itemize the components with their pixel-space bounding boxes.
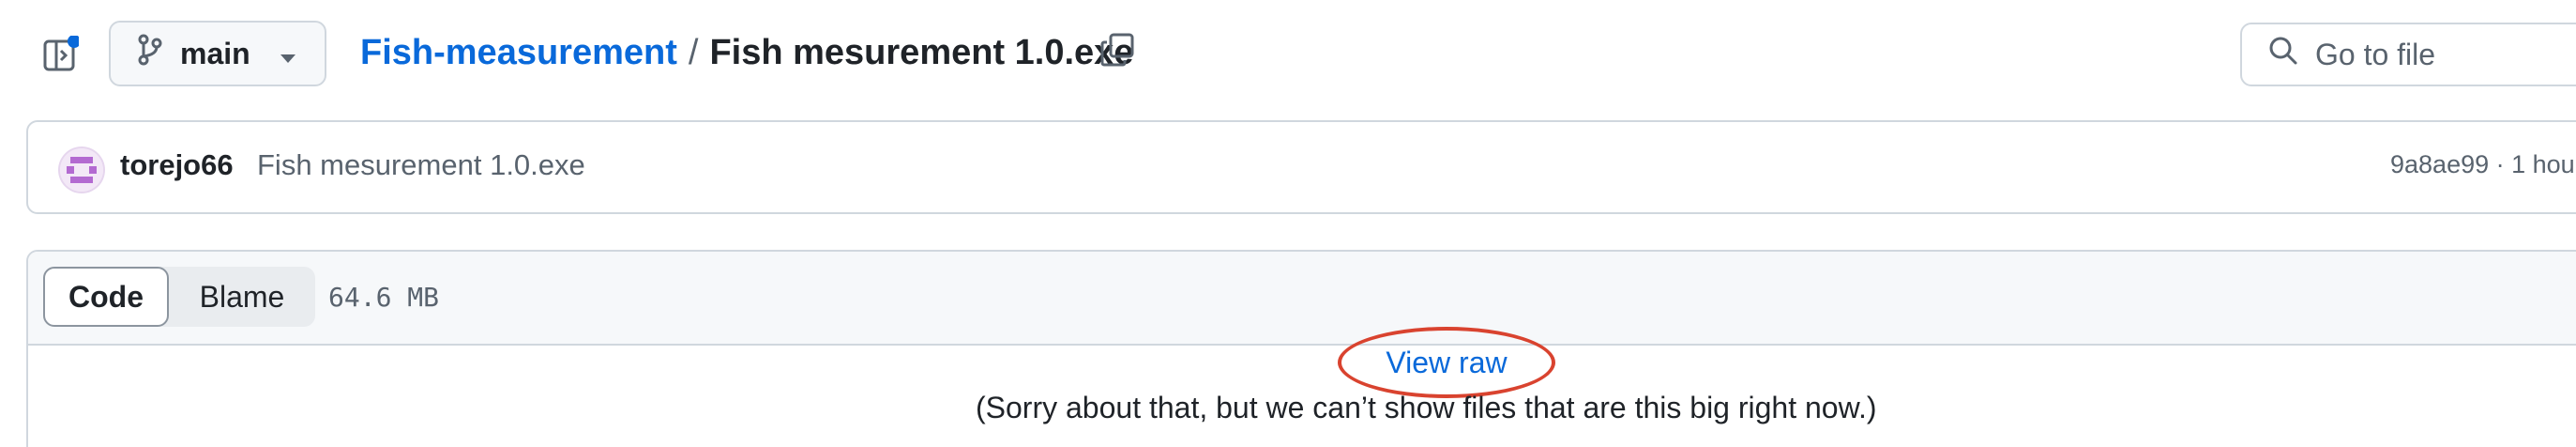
notification-dot [68, 36, 79, 48]
branch-name: main [180, 36, 250, 70]
sidebar-expand-icon[interactable] [39, 36, 81, 73]
commit-author[interactable]: torejo66 [120, 148, 234, 182]
file-name: Fish mesurement 1.0.exe [709, 32, 1134, 72]
git-branch-icon [137, 34, 163, 73]
latest-commit-bar: torejo66 Fish mesurement 1.0.exe 9a8ae99… [26, 120, 2576, 214]
file-header: Code Blame 64.6 MB [28, 252, 2576, 346]
copy-icon[interactable] [1096, 28, 1139, 71]
search-icon [2268, 36, 2298, 73]
commit-sha-time[interactable]: 9a8ae99 · 1 hou [2390, 150, 2575, 179]
view-mode-toggle: Code Blame [43, 267, 315, 327]
repo-link[interactable]: Fish-measurement [360, 33, 677, 73]
triangle-down-icon [280, 37, 295, 71]
go-to-file-input[interactable]: Go to file [2240, 23, 2576, 86]
branch-selector-button[interactable]: main [109, 21, 326, 86]
avatar[interactable] [60, 148, 103, 192]
breadcrumb: Fish-measurement / Fish mesurement 1.0.e… [360, 26, 1133, 79]
file-page: main Fish-measurement / Fish mesurement … [0, 0, 2576, 447]
go-to-file-placeholder: Go to file [2315, 37, 2436, 71]
tab-blame[interactable]: Blame [169, 267, 315, 327]
commit-message[interactable]: Fish mesurement 1.0.exe [257, 148, 585, 182]
tab-code[interactable]: Code [43, 267, 169, 327]
view-raw-link[interactable]: View raw [1338, 327, 1555, 398]
file-size: 64.6 MB [328, 282, 440, 313]
view-raw-container: View raw [1338, 327, 1555, 398]
breadcrumb-separator: / [688, 32, 699, 72]
file-too-large-notice: (Sorry about that, but we can’t show fil… [976, 391, 1877, 424]
file-viewer: Code Blame 64.6 MB View raw (Sorry about… [26, 250, 2576, 447]
